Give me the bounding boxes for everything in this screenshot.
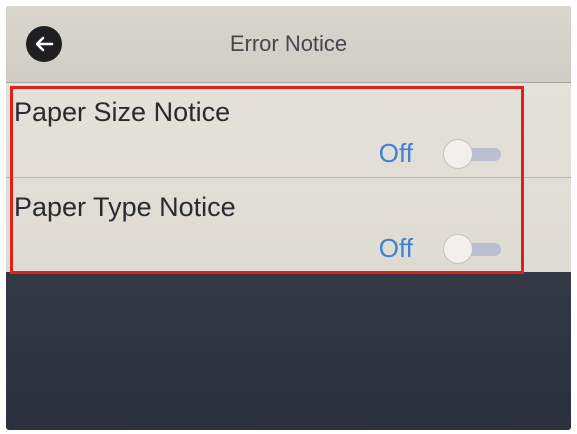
paper-type-notice-toggle[interactable]	[443, 234, 503, 264]
device-bezel: Error Notice Paper Size Notice Off Paper…	[0, 0, 577, 434]
setting-value: Off	[378, 233, 413, 263]
lcd-screen: Error Notice Paper Size Notice Off Paper…	[6, 6, 571, 430]
back-button[interactable]	[26, 26, 62, 62]
header-bar: Error Notice	[6, 6, 571, 83]
setting-row-paper-type-notice[interactable]: Paper Type Notice Off	[6, 177, 571, 272]
setting-value: Off	[378, 138, 413, 168]
toggle-knob	[443, 139, 473, 169]
settings-list: Paper Size Notice Off Paper Type Notice …	[6, 83, 571, 272]
arrow-left-icon	[32, 32, 56, 56]
setting-label: Paper Size Notice	[14, 97, 231, 127]
setting-row-paper-size-notice[interactable]: Paper Size Notice Off	[6, 83, 571, 177]
page-title: Error Notice	[229, 31, 348, 56]
paper-size-notice-toggle[interactable]	[443, 139, 503, 169]
toggle-knob	[443, 234, 473, 264]
setting-label: Paper Type Notice	[14, 192, 236, 222]
